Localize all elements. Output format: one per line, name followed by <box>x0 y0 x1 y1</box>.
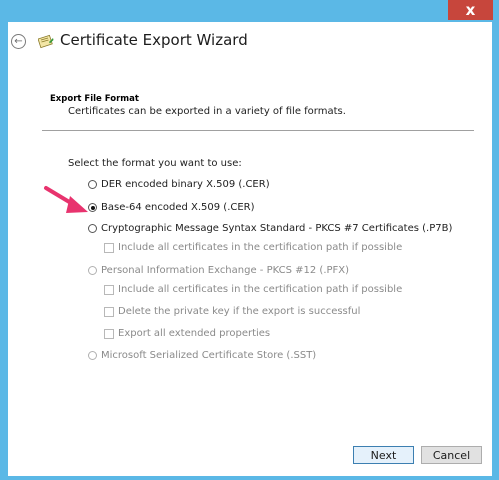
title-bar: x <box>0 0 499 22</box>
radio-button[interactable] <box>88 224 97 233</box>
checkbox[interactable] <box>104 242 114 253</box>
radio-option-base64[interactable]: Base-64 encoded X.509 (.CER) <box>88 202 255 213</box>
cancel-button[interactable]: Cancel <box>421 446 482 464</box>
back-arrow-icon[interactable]: ← <box>11 34 26 49</box>
section-description: Certificates can be exported in a variet… <box>68 106 346 117</box>
radio-label: Base-64 encoded X.509 (.CER) <box>101 202 255 213</box>
wizard-dialog: ← Certificate Export Wizard Export File … <box>8 22 492 476</box>
checkbox-label: Include all certificates in the certific… <box>118 284 403 295</box>
wizard-header: ← Certificate Export Wizard <box>8 22 492 60</box>
wizard-title: Certificate Export Wizard <box>60 31 248 49</box>
radio-option-p7b[interactable]: Cryptographic Message Syntax Standard - … <box>88 223 452 234</box>
checkbox-p7b-include-all[interactable]: Include all certificates in the certific… <box>104 242 402 253</box>
checkbox-label: Include all certificates in the certific… <box>118 242 403 253</box>
checkbox-pfx-include-all[interactable]: Include all certificates in the certific… <box>104 284 402 295</box>
section-title: Export File Format <box>50 94 139 104</box>
annotation-arrow-icon <box>44 186 88 213</box>
checkbox[interactable] <box>104 284 114 295</box>
checkbox[interactable] <box>104 306 114 317</box>
checkbox[interactable] <box>104 328 114 339</box>
close-button[interactable]: x <box>448 0 493 20</box>
radio-label: DER encoded binary X.509 (.CER) <box>101 179 270 190</box>
radio-label: Cryptographic Message Syntax Standard - … <box>101 223 453 234</box>
radio-option-pfx[interactable]: Personal Information Exchange - PKCS #12… <box>88 265 349 276</box>
radio-option-sst[interactable]: Microsoft Serialized Certificate Store (… <box>88 350 316 361</box>
checkbox-pfx-delete-key[interactable]: Delete the private key if the export is … <box>104 306 360 317</box>
checkbox-label: Delete the private key if the export is … <box>118 306 361 317</box>
checkbox-pfx-export-props[interactable]: Export all extended properties <box>104 328 270 339</box>
wizard-footer: Next Cancel <box>8 434 492 476</box>
certificate-icon <box>38 34 54 49</box>
checkbox-label: Export all extended properties <box>118 328 271 339</box>
format-prompt: Select the format you want to use: <box>68 158 242 169</box>
radio-label: Microsoft Serialized Certificate Store (… <box>101 350 317 361</box>
radio-button[interactable] <box>88 266 97 275</box>
next-button[interactable]: Next <box>353 446 414 464</box>
radio-label: Personal Information Exchange - PKCS #12… <box>101 265 350 276</box>
radio-button[interactable] <box>88 351 97 360</box>
header-separator <box>42 130 474 131</box>
radio-option-der[interactable]: DER encoded binary X.509 (.CER) <box>88 179 270 190</box>
